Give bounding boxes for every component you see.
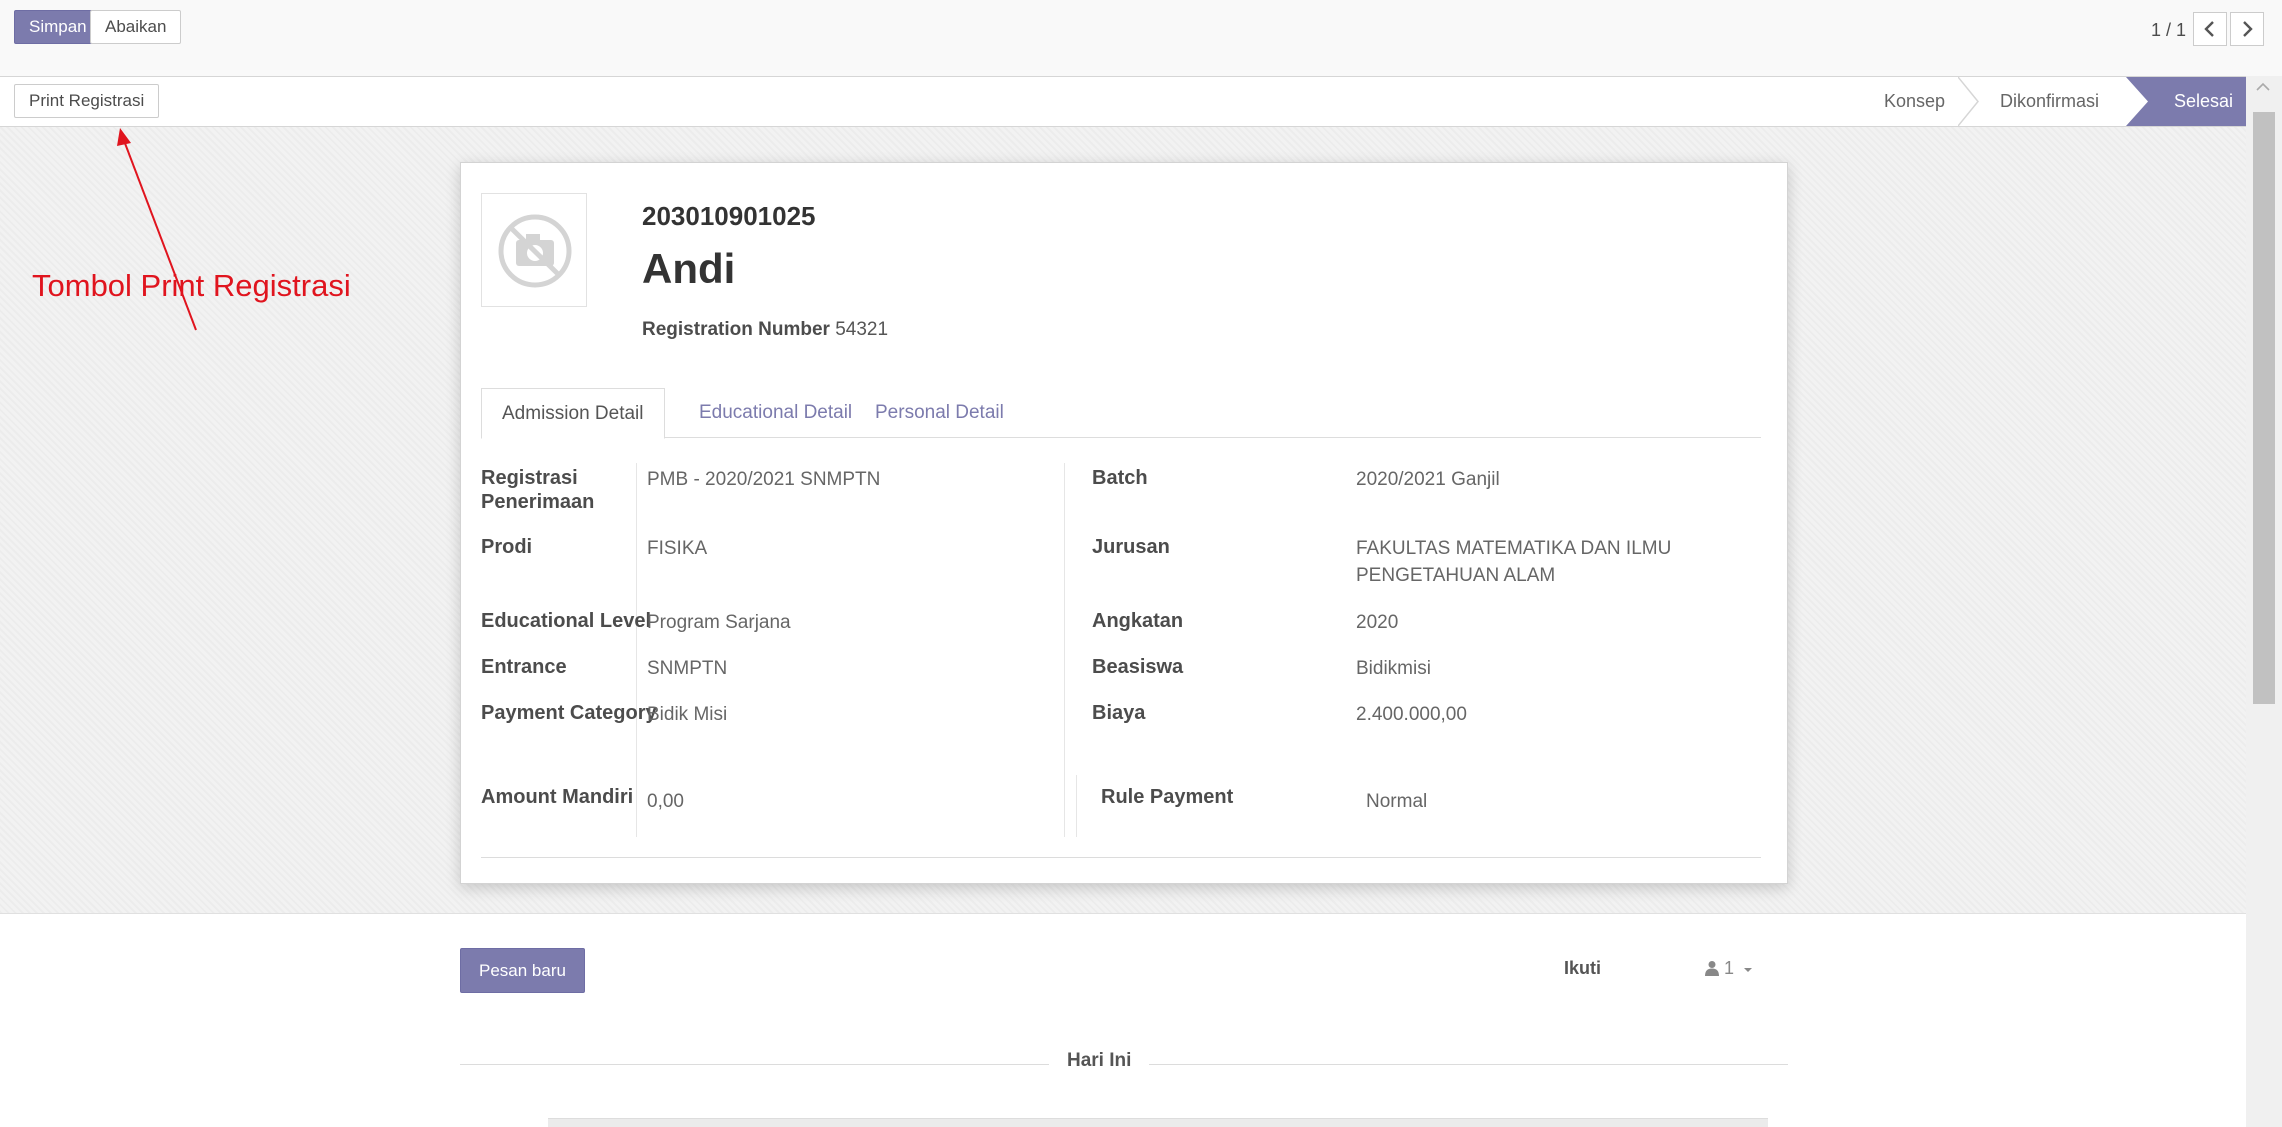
chevron-right-icon	[2243, 21, 2253, 37]
beasiswa-value[interactable]: Bidikmisi	[1356, 655, 1431, 682]
registrasi-penerimaan-label: Registrasi Penerimaan	[481, 467, 595, 513]
registration-number-value: 54321	[835, 319, 889, 340]
jurusan-value[interactable]: FAKULTAS MATEMATIKA DAN ILMU PENGETAHUAN…	[1356, 535, 1736, 589]
amount-mandiri-value[interactable]: 0,00	[647, 788, 684, 815]
beasiswa-label: Beasiswa	[1092, 656, 1184, 678]
tab-admission-detail[interactable]: Admission Detail	[481, 388, 665, 439]
tab-educational-detail[interactable]: Educational Detail	[679, 388, 872, 438]
student-name: Andi	[642, 245, 736, 292]
print-registration-button[interactable]: Print Registrasi	[14, 84, 160, 118]
student-number: 203010901025	[642, 201, 816, 231]
payment-category-value[interactable]: Bidik Misi	[647, 701, 727, 728]
stage-selesai[interactable]: Selesai	[2160, 77, 2247, 126]
biaya-value[interactable]: 2.400.000,00	[1356, 701, 1467, 728]
caret-down-icon	[1744, 968, 1753, 972]
educational-level-label: Educational Level	[481, 610, 652, 632]
registrasi-penerimaan-value[interactable]: PMB - 2020/2021 SNMPTN	[647, 466, 880, 493]
batch-value[interactable]: 2020/2021 Ganjil	[1356, 466, 1500, 493]
educational-level-value[interactable]: Program Sarjana	[647, 609, 791, 636]
pager-next-button[interactable]	[2230, 12, 2264, 46]
user-icon	[1705, 961, 1719, 976]
scroll-up-icon[interactable]	[2256, 82, 2270, 92]
prodi-value[interactable]: FISIKA	[647, 535, 707, 562]
discard-button[interactable]: Abaikan	[90, 10, 182, 44]
student-avatar[interactable]	[481, 193, 587, 307]
new-message-button[interactable]: Pesan baru	[460, 948, 585, 993]
registration-number-label: Registration Number	[642, 319, 830, 340]
message-item	[548, 1118, 1768, 1127]
camera-off-icon	[498, 214, 572, 288]
followers-button[interactable]: 1	[1705, 958, 1753, 979]
pager-previous-button[interactable]	[2193, 12, 2227, 46]
entrance-value[interactable]: SNMPTN	[647, 655, 727, 682]
followers-count: 1	[1724, 958, 1735, 978]
amount-mandiri-label: Amount Mandiri	[481, 786, 634, 808]
tab-personal-detail[interactable]: Personal Detail	[855, 388, 1024, 438]
form-sheet: 203010901025 Andi Registration Number 54…	[460, 162, 1788, 884]
stage-chevron-icon	[1958, 77, 1979, 126]
chevron-left-icon	[2204, 21, 2214, 37]
pager-value: 1 / 1	[2150, 20, 2186, 40]
entrance-label: Entrance	[481, 656, 567, 678]
rule-payment-label: Rule Payment	[1101, 786, 1234, 808]
column-divider-right	[1064, 463, 1065, 837]
column-divider-rule	[1076, 775, 1077, 837]
stage-konsep[interactable]: Konsep	[1870, 77, 1959, 126]
follow-button[interactable]: Ikuti	[1564, 958, 1601, 979]
stage-dikonfirmasi[interactable]: Dikonfirmasi	[1986, 77, 2113, 126]
prodi-label: Prodi	[481, 536, 533, 558]
status-bar: Print Registrasi Konsep Dikonfirmasi Sel…	[0, 76, 2246, 127]
form-bottom-divider	[481, 857, 1761, 858]
scrollbar-thumb[interactable]	[2253, 112, 2275, 704]
angkatan-value[interactable]: 2020	[1356, 609, 1398, 636]
rule-payment-value[interactable]: Normal	[1366, 788, 1427, 815]
batch-label: Batch	[1092, 467, 1148, 489]
date-separator-label: Hari Ini	[1049, 1050, 1150, 1072]
angkatan-label: Angkatan	[1092, 610, 1184, 632]
annotation-label: Tombol Print Registrasi	[32, 268, 351, 303]
notebook-tabs: Admission Detail Educational Detail Pers…	[481, 388, 1761, 439]
registration-number-line: Registration Number 54321	[642, 319, 888, 341]
jurusan-label: Jurusan	[1092, 536, 1170, 558]
save-button[interactable]: Simpan	[14, 10, 102, 44]
payment-category-label: Payment Category	[481, 702, 657, 724]
control-panel: Simpan Abaikan 1 / 1	[0, 0, 2282, 76]
column-divider-left	[636, 463, 637, 837]
biaya-label: Biaya	[1092, 702, 1146, 724]
